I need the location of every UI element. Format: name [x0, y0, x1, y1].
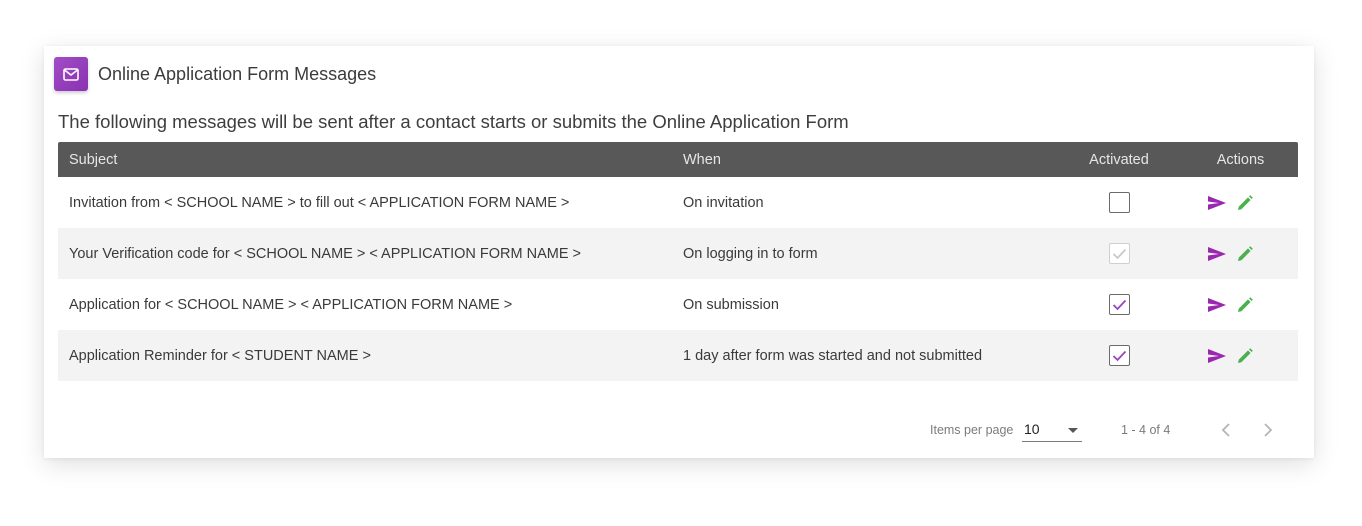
- row-when: On invitation: [683, 194, 764, 211]
- send-button[interactable]: [1207, 348, 1227, 364]
- edit-button[interactable]: [1237, 245, 1253, 262]
- checkmark-icon: [1112, 248, 1126, 259]
- table-header: Subject When Activated Actions: [58, 142, 1298, 177]
- table-row: Application for < SCHOOL NAME > < APPLIC…: [58, 279, 1298, 330]
- row-actions: [1183, 347, 1298, 364]
- activated-checkbox[interactable]: [1108, 294, 1130, 315]
- row-when: On logging in to form: [683, 245, 818, 262]
- row-when: On submission: [683, 296, 779, 313]
- row-subject: Application for < SCHOOL NAME > < APPLIC…: [69, 296, 513, 313]
- row-subject: Invitation from < SCHOOL NAME > to fill …: [69, 194, 570, 211]
- row-actions: [1183, 245, 1298, 262]
- table-row: Your Verification code for < SCHOOL NAME…: [58, 228, 1298, 279]
- mail-icon: [54, 57, 88, 91]
- paginator: Items per page 10 1 - 4 of 4: [44, 418, 1314, 442]
- items-per-page-select[interactable]: 10: [1022, 418, 1082, 442]
- header-activated[interactable]: Activated: [1055, 152, 1183, 168]
- items-per-page-label: Items per page: [930, 423, 1014, 437]
- messages-table: Subject When Activated Actions Invitatio…: [58, 142, 1298, 381]
- card-description: The following messages will be sent afte…: [58, 111, 849, 132]
- checkmark-icon: [1112, 299, 1126, 310]
- row-when: 1 day after form was started and not sub…: [683, 347, 983, 364]
- row-actions: [1183, 296, 1298, 313]
- send-button[interactable]: [1207, 195, 1227, 211]
- checkmark-icon: [1112, 350, 1126, 361]
- row-subject: Your Verification code for < SCHOOL NAME…: [69, 245, 581, 262]
- send-icon: [1208, 246, 1226, 261]
- send-button[interactable]: [1207, 297, 1227, 313]
- pencil-icon: [1238, 194, 1253, 210]
- header-subject[interactable]: Subject: [58, 152, 683, 168]
- previous-page-button[interactable]: [1216, 420, 1236, 440]
- table-row: Application Reminder for < STUDENT NAME …: [58, 330, 1298, 381]
- chevron-left-icon: [1221, 423, 1230, 437]
- header-actions: Actions: [1216, 151, 1265, 168]
- table-row: Invitation from < SCHOOL NAME > to fill …: [58, 177, 1298, 228]
- items-per-page-value: 10: [1024, 421, 1040, 437]
- row-activated-cell: [1055, 345, 1183, 366]
- activated-checkbox[interactable]: [1108, 345, 1130, 366]
- activated-checkbox: [1108, 243, 1130, 264]
- activated-checkbox[interactable]: [1108, 192, 1130, 213]
- pencil-icon: [1238, 347, 1253, 363]
- chevron-right-icon: [1264, 423, 1273, 437]
- send-icon: [1208, 195, 1226, 210]
- edit-button[interactable]: [1237, 194, 1253, 211]
- range-label: 1 - 4 of 4: [1121, 423, 1171, 437]
- send-button[interactable]: [1207, 246, 1227, 262]
- row-activated-cell: [1055, 192, 1183, 213]
- row-activated-cell: [1055, 294, 1183, 315]
- messages-card: Online Application Form Messages The fol…: [44, 46, 1314, 458]
- card-title: Online Application Form Messages: [98, 63, 377, 84]
- dropdown-arrow-icon: [1068, 428, 1078, 433]
- row-subject: Application Reminder for < STUDENT NAME …: [69, 347, 371, 364]
- row-activated-cell: [1055, 243, 1183, 264]
- pencil-icon: [1238, 245, 1253, 261]
- header-when[interactable]: When: [683, 152, 1055, 168]
- row-actions: [1183, 194, 1298, 211]
- table-body: Invitation from < SCHOOL NAME > to fill …: [58, 177, 1298, 381]
- send-icon: [1208, 297, 1226, 312]
- next-page-button[interactable]: [1258, 420, 1278, 440]
- pencil-icon: [1238, 296, 1253, 312]
- send-icon: [1208, 348, 1226, 363]
- edit-button[interactable]: [1237, 347, 1253, 364]
- card-header: Online Application Form Messages: [54, 57, 376, 91]
- edit-button[interactable]: [1237, 296, 1253, 313]
